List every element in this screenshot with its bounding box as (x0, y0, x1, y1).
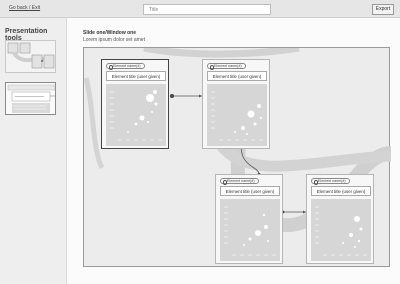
element-chart (207, 84, 267, 146)
element-card-3[interactable]: Element name(#) Element title (user give… (215, 174, 283, 264)
link-1-handle (170, 94, 174, 98)
element-chart (220, 199, 280, 261)
slide-thumbnail-2-preview (7, 84, 56, 113)
top-bar: Go back / Exit Export (0, 0, 400, 18)
element-title[interactable]: Element title (user given) (207, 71, 267, 81)
scatter-preview (224, 206, 276, 256)
element-card-4[interactable]: Element name(#) Element title (user give… (306, 174, 374, 264)
slide-canvas[interactable]: Element name(#) Element title (user give… (83, 47, 391, 267)
export-button[interactable]: Export (372, 4, 394, 15)
element-chart (106, 84, 166, 146)
element-card-1[interactable]: Element name(#) Element title (user give… (101, 59, 169, 149)
element-title[interactable]: Element title (user given) (106, 71, 166, 81)
top-flow-band (143, 48, 300, 58)
element-tag[interactable]: Element name(#) (220, 178, 259, 185)
scatter-preview (110, 90, 162, 141)
slide-thumbnail-2[interactable] (5, 82, 56, 115)
slide-subtitle: Lorem ipsum dolor set amet (83, 37, 145, 43)
go-back-exit-link[interactable]: Go back / Exit (9, 5, 40, 11)
sidebar: Presentation tools (0, 18, 67, 284)
slide-thumbnail-1-preview (7, 42, 55, 69)
element-card-2[interactable]: Element name(#) Element title (user give… (202, 59, 270, 149)
slide-thumbnail-1[interactable] (5, 40, 56, 73)
element-tag[interactable]: Element name(#) (106, 63, 145, 70)
scatter-preview (315, 206, 367, 256)
title-input[interactable] (143, 4, 271, 15)
element-tag[interactable]: Element name(#) (207, 63, 246, 70)
element-chart (311, 199, 371, 261)
slide-title: Slide one/Window one (83, 30, 137, 36)
scatter-preview (211, 91, 263, 141)
left-flow-band (84, 77, 105, 170)
element-tag[interactable]: Element name(#) (311, 178, 350, 185)
element-title[interactable]: Element title (user given) (311, 186, 371, 196)
main-workspace: Slide one/Window one Lorem ipsum dolor s… (67, 18, 400, 284)
element-title[interactable]: Element title (user given) (220, 186, 280, 196)
